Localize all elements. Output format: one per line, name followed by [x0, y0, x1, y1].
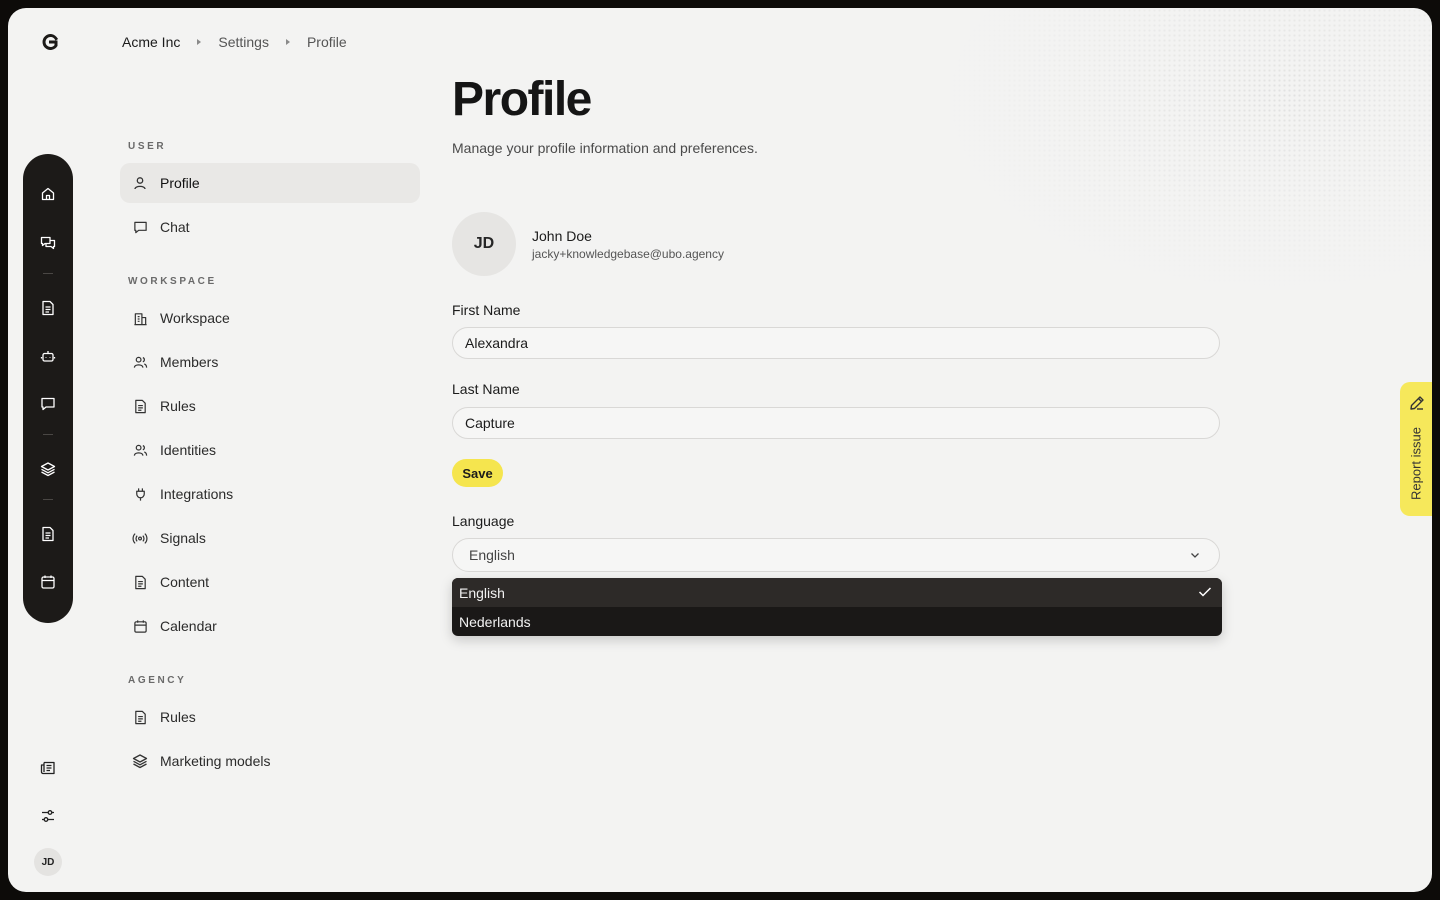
conversations-icon[interactable]: [38, 233, 58, 253]
rail-divider: [43, 499, 53, 500]
nav-item-label: Integrations: [160, 486, 234, 502]
nav-item-calendar[interactable]: Calendar: [120, 606, 420, 646]
breadcrumb: Acme Inc Settings Profile: [122, 34, 347, 50]
calendar-icon[interactable]: [38, 572, 58, 592]
chevron-right-icon: [196, 38, 202, 46]
check-icon: [1198, 586, 1212, 598]
user-avatar[interactable]: JD: [34, 848, 62, 876]
nav-item-label: Chat: [160, 219, 190, 235]
pencil-icon: [1408, 394, 1426, 412]
save-button[interactable]: Save: [452, 459, 503, 487]
nav-item-marketing-models[interactable]: Marketing models: [120, 741, 420, 781]
profile-avatar[interactable]: JD: [452, 212, 516, 276]
icon-rail: [23, 154, 73, 623]
last-name-label: Last Name: [452, 381, 520, 397]
document-icon[interactable]: [38, 298, 58, 318]
layers-icon: [132, 753, 148, 769]
brand-g-logo-icon[interactable]: [40, 32, 60, 52]
background-texture: [912, 8, 1432, 308]
language-dropdown: English Nederlands: [452, 578, 1222, 636]
report-issue-button[interactable]: Report issue: [1400, 382, 1432, 516]
language-select-value: English: [469, 547, 515, 563]
sliders-icon[interactable]: [38, 806, 58, 826]
message-icon[interactable]: [38, 394, 58, 414]
nav-section-agency: AGENCY: [128, 675, 187, 686]
rail-divider: [43, 273, 53, 274]
report-issue-label: Report issue: [1408, 427, 1424, 501]
last-name-input[interactable]: [452, 407, 1220, 439]
nav-item-label: Profile: [160, 175, 200, 191]
building-icon: [132, 310, 148, 326]
calendar-icon: [132, 618, 148, 634]
nav-item-label: Rules: [160, 709, 196, 725]
app-window: JD Acme Inc Settings Profile USER Profil…: [8, 8, 1432, 892]
document-icon: [132, 709, 148, 725]
nav-item-members[interactable]: Members: [120, 342, 420, 382]
message-icon: [132, 219, 148, 235]
nav-item-label: Content: [160, 574, 210, 590]
rail-divider: [43, 434, 53, 435]
first-name-label: First Name: [452, 302, 521, 318]
chevron-right-icon: [285, 38, 291, 46]
layers-icon[interactable]: [38, 459, 58, 479]
nav-item-signals[interactable]: Signals: [120, 518, 420, 558]
profile-name: John Doe: [532, 228, 592, 244]
nav-item-label: Marketing models: [160, 753, 271, 769]
nav-item-identities[interactable]: Identities: [120, 430, 420, 470]
plug-icon: [132, 486, 148, 502]
nav-item-rules[interactable]: Rules: [120, 386, 420, 426]
language-select[interactable]: English: [452, 538, 1220, 572]
nav-section-user: USER: [128, 141, 167, 152]
language-label: Language: [452, 513, 515, 529]
language-option-english[interactable]: English: [452, 578, 1222, 607]
nav-section-workspace: WORKSPACE: [128, 276, 217, 287]
nav-item-label: Rules: [160, 398, 196, 414]
newspaper-icon[interactable]: [38, 758, 58, 778]
nav-item-content[interactable]: Content: [120, 562, 420, 602]
page-subtitle: Manage your profile information and pref…: [452, 140, 758, 156]
chevron-down-icon: [1189, 549, 1201, 561]
document-icon[interactable]: [38, 524, 58, 544]
users-icon: [132, 354, 148, 370]
document-icon: [132, 398, 148, 414]
document-icon: [132, 574, 148, 590]
nav-item-label: Identities: [160, 442, 217, 458]
nav-item-chat[interactable]: Chat: [120, 207, 420, 247]
option-label: English: [459, 584, 505, 601]
breadcrumb-item-profile[interactable]: Profile: [307, 34, 347, 50]
home-icon[interactable]: [38, 184, 58, 204]
broadcast-icon: [132, 530, 148, 546]
page-title: Profile: [452, 73, 592, 126]
nav-item-label: Workspace: [160, 310, 230, 326]
nav-item-workspace[interactable]: Workspace: [120, 298, 420, 338]
robot-icon[interactable]: [38, 346, 58, 366]
user-icon: [132, 175, 148, 191]
profile-email: jacky+knowledgebase@ubo.agency: [532, 247, 724, 261]
users-icon: [132, 442, 148, 458]
breadcrumb-item-settings[interactable]: Settings: [218, 34, 269, 50]
nav-item-profile[interactable]: Profile: [120, 163, 420, 203]
nav-item-label: Members: [160, 354, 219, 370]
nav-item-label: Signals: [160, 530, 206, 546]
option-label: Nederlands: [459, 613, 531, 630]
language-option-nederlands[interactable]: Nederlands: [452, 607, 1222, 636]
nav-item-label: Calendar: [160, 618, 217, 634]
first-name-input[interactable]: [452, 327, 1220, 359]
nav-item-agency-rules[interactable]: Rules: [120, 697, 420, 737]
nav-item-integrations[interactable]: Integrations: [120, 474, 420, 514]
breadcrumb-item-acme[interactable]: Acme Inc: [122, 34, 180, 50]
